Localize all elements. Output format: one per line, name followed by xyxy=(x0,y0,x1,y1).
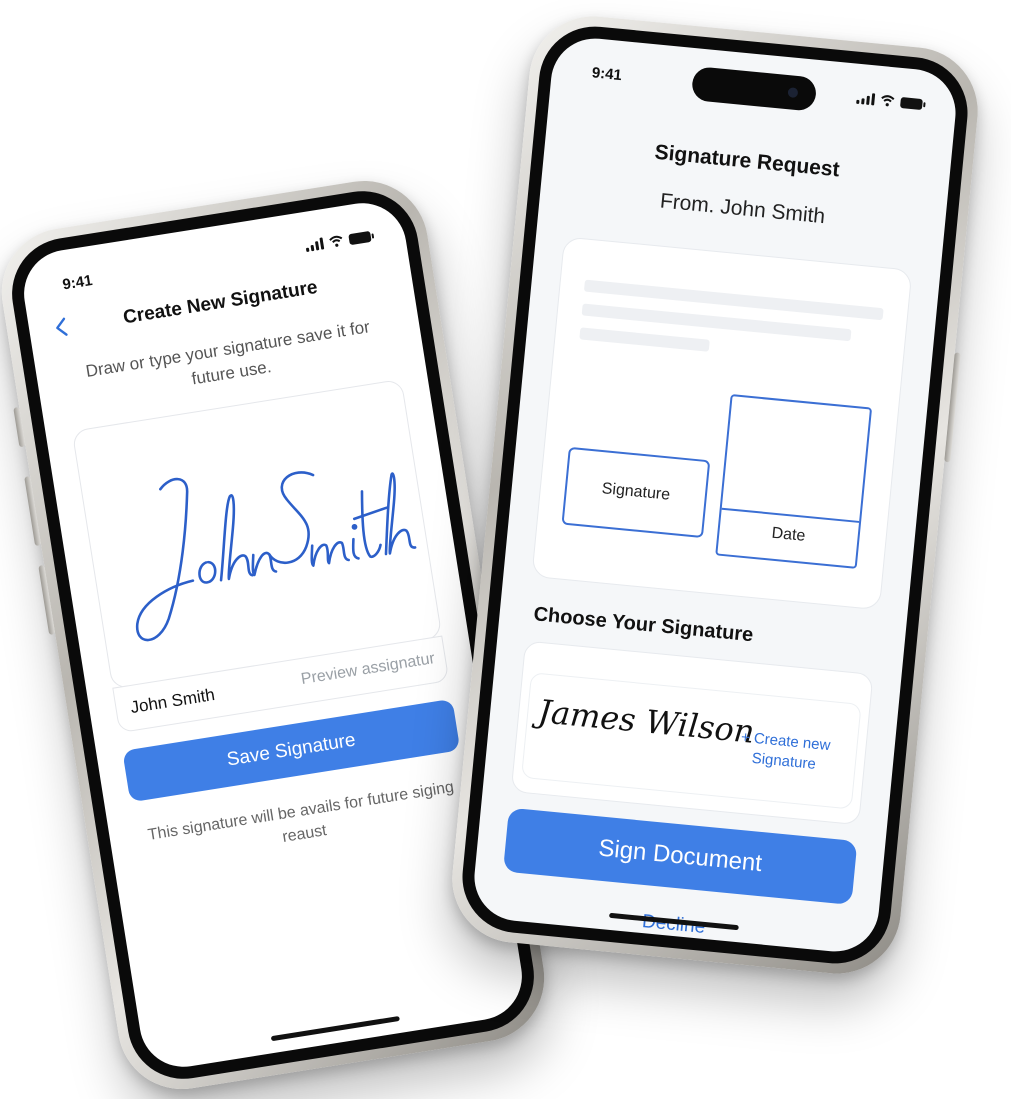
wifi-icon xyxy=(329,235,343,247)
choose-signature-heading: Choose Your Signature xyxy=(532,603,755,647)
request-sender: From. John Smith xyxy=(658,189,827,229)
saved-signature-james-wilson[interactable]: James Wilson xyxy=(537,692,757,751)
create-new-signature-link[interactable]: + Create new Signature xyxy=(728,727,841,777)
create-signature-screen: 9:41 Create New Signature Draw or type y… xyxy=(17,196,529,1074)
saved-signature-option[interactable]: James Wilson + Create new Signature xyxy=(521,672,862,810)
left-phone: 9:41 Create New Signature Draw or type y… xyxy=(0,171,554,1099)
wifi-icon xyxy=(881,95,895,107)
power-button xyxy=(944,352,961,463)
battery-icon xyxy=(348,230,372,245)
signature-name-input[interactable]: John Smith xyxy=(129,685,216,718)
sign-document-button[interactable]: Sign Document xyxy=(502,807,858,905)
drawn-signature-john-smith xyxy=(136,471,417,642)
volume-down-button xyxy=(38,564,56,636)
date-field-divider xyxy=(721,507,860,523)
signature-draw-pad[interactable] xyxy=(71,378,443,690)
cellular-signal-icon xyxy=(856,92,876,106)
cellular-signal-icon xyxy=(305,237,325,253)
document-text-line xyxy=(579,327,710,352)
volume-up-button xyxy=(24,476,42,547)
battery-icon xyxy=(899,96,923,110)
date-field[interactable]: Date xyxy=(715,394,873,569)
status-bar: 9:41 xyxy=(551,60,957,119)
action-button xyxy=(13,406,26,448)
document-preview: Signature Date xyxy=(531,236,913,611)
signature-request-screen: 9:41 Signature Request From. John Smith … xyxy=(470,34,960,956)
right-phone: 9:41 Signature Request From. John Smith … xyxy=(446,10,984,980)
date-field-label: Date xyxy=(770,524,807,545)
preview-signature-link[interactable]: Preview assignatur xyxy=(300,650,436,689)
status-time: 9:41 xyxy=(61,272,94,294)
signature-options-card: James Wilson + Create new Signature xyxy=(510,640,874,826)
status-time: 9:41 xyxy=(591,64,623,85)
signature-field[interactable]: Signature xyxy=(561,446,711,539)
